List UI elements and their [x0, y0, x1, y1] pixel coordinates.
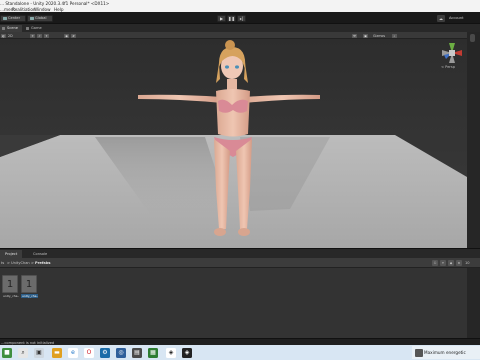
- breadcrumb-assets[interactable]: ts: [1, 261, 4, 265]
- step-icon: ▸|: [239, 15, 244, 21]
- gizmo-search-icon[interactable]: ⌕: [392, 33, 397, 38]
- scene-panel-scroll-thumb[interactable]: [470, 34, 475, 42]
- battery-notification[interactable]: Maximum energetic: [412, 346, 480, 359]
- pivot-global-label: Global: [35, 15, 47, 20]
- breadcrumb-separator: >: [7, 260, 11, 265]
- bottom-panel-tabs: Project Console: [0, 248, 480, 259]
- tab-game[interactable]: Game: [24, 25, 46, 32]
- favorite-icon[interactable]: ★: [456, 260, 462, 266]
- hair-bun: [225, 40, 235, 50]
- hidden-count: 10: [465, 260, 470, 265]
- scene-render: [0, 40, 467, 248]
- menu-item-realitiation[interactable]: Realitiation: [12, 7, 36, 12]
- right-eye: [235, 65, 239, 69]
- pivot-icon: [2, 16, 7, 20]
- asset-item[interactable]: 1 unity_cha...: [2, 275, 19, 298]
- breadcrumb-prefabs[interactable]: Prefabs: [35, 261, 51, 265]
- left-foot: [214, 228, 226, 236]
- tab-game-label: Game: [31, 26, 42, 30]
- shading-mode-dropdown[interactable]: 2D: [8, 34, 13, 38]
- notification-text: Maximum energetic: [424, 349, 466, 355]
- filter-icon[interactable]: ⏷: [440, 260, 446, 266]
- main-toolbar: Center Global ▶ ❚❚ ▸| ☁ Account: [0, 12, 480, 24]
- breadcrumb-unitychan[interactable]: UnityChan: [11, 261, 30, 265]
- effects-toggle-icon[interactable]: ✦: [44, 33, 49, 38]
- project-breadcrumb-bar: ts > UnityChan > Prefabs ⚿ ⏷ ◆ ★ 10: [0, 258, 480, 268]
- edge-icon[interactable]: e: [68, 347, 78, 358]
- status-message[interactable]: ...component is not initialized: [1, 341, 54, 345]
- pivot-global-toggle[interactable]: Global: [27, 14, 53, 22]
- browser-icon[interactable]: ◎: [116, 347, 126, 358]
- file-explorer-icon[interactable]: ▬: [52, 347, 62, 358]
- opera-icon[interactable]: O: [84, 347, 94, 358]
- cloud-button[interactable]: ☁: [437, 14, 445, 22]
- os-taskbar: ■ ⌕ ▣ ▬ e O ⚙ ◎ ▤ ▦ ◈ ◈ Maximum energeti…: [0, 345, 480, 360]
- pivot-center-toggle[interactable]: Center: [0, 14, 26, 22]
- play-icon: ▶: [219, 15, 224, 21]
- view-tabs: Scene Game: [0, 24, 480, 32]
- project-scrollbar[interactable]: [467, 268, 480, 338]
- play-button[interactable]: ▶: [217, 14, 226, 22]
- audio-toggle-icon[interactable]: ♪: [37, 33, 42, 38]
- tools-icon[interactable]: ⚒: [352, 33, 357, 38]
- cloud-icon: ☁: [439, 15, 443, 21]
- prefab-thumbnail: 1: [21, 275, 37, 293]
- power-icon: [415, 348, 423, 357]
- prefab-thumbnail: 1: [2, 275, 18, 293]
- left-eye: [225, 65, 229, 69]
- breadcrumb-separator: >: [31, 260, 35, 265]
- search-icon[interactable]: ⌕: [18, 347, 28, 358]
- settings-icon[interactable]: ⚙: [100, 347, 110, 358]
- globe-icon: [29, 16, 34, 20]
- left-arm: [138, 94, 222, 103]
- pause-icon: ❚❚: [228, 15, 235, 21]
- menu-item-window[interactable]: Window: [34, 7, 51, 12]
- window-title: ... Standalone - Unity 2020.3.4f1 Person…: [0, 0, 110, 6]
- menu-item-help[interactable]: Help: [54, 7, 64, 12]
- grid-toggle-icon[interactable]: #: [71, 33, 76, 38]
- right-foot: [238, 228, 250, 236]
- task-view-icon[interactable]: ▣: [34, 347, 44, 358]
- pause-button[interactable]: ❚❚: [227, 14, 236, 22]
- unity-editor-icon[interactable]: ◈: [182, 347, 192, 358]
- perspective-toggle[interactable]: < Persp: [441, 65, 455, 69]
- gizmos-dropdown[interactable]: Gizmos: [373, 34, 385, 38]
- step-button[interactable]: ▸|: [237, 14, 246, 22]
- project-assets-panel: 1 unity_cha... 1 unity_cha...: [0, 268, 480, 338]
- camera-icon[interactable]: ▣: [363, 33, 368, 38]
- orientation-gizmo: [442, 43, 462, 63]
- tab-scene[interactable]: Scene: [0, 25, 22, 32]
- scene-tab-icon: [2, 27, 5, 30]
- torso: [216, 89, 250, 137]
- account-dropdown[interactable]: Account: [449, 16, 464, 20]
- start-icon[interactable]: ■: [2, 347, 12, 358]
- app-icon[interactable]: ▦: [148, 347, 158, 358]
- right-arm: [244, 94, 320, 103]
- unity-hub-icon[interactable]: ◈: [166, 347, 176, 358]
- terminal-icon[interactable]: ▤: [132, 347, 142, 358]
- tab-scene-label: Scene: [7, 26, 18, 30]
- scene-side-panel: [467, 32, 480, 248]
- hidden-objects-icon[interactable]: ◉: [64, 33, 69, 38]
- asset-name: unity_cha...: [21, 294, 38, 298]
- asset-item-selected[interactable]: 1 unity_cha...: [21, 275, 38, 298]
- scene-toolbar: ◐ 2D ☀ ♪ ✦ ◉ # ⚒ ▣ Gizmos ⌕: [0, 32, 467, 39]
- label-icon[interactable]: ◆: [448, 260, 454, 266]
- lighting-toggle-icon[interactable]: ☀: [30, 33, 35, 38]
- shading-mode-icon[interactable]: ◐: [1, 33, 6, 38]
- scene-viewport[interactable]: [0, 39, 467, 248]
- lock-icon[interactable]: ⚿: [432, 260, 438, 266]
- asset-name: unity_cha...: [3, 294, 19, 298]
- status-bar: ...component is not initialized: [0, 338, 480, 345]
- game-tab-icon: [26, 27, 29, 30]
- pivot-center-label: Center: [8, 15, 21, 20]
